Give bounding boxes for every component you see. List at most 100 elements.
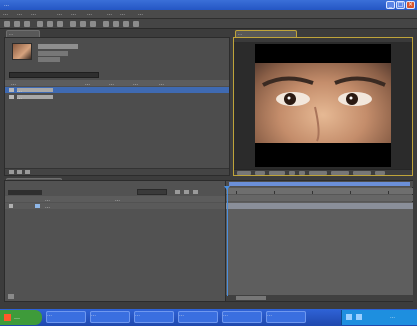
fast-previews-icon[interactable] [375,171,385,175]
tab-composition-label: … [238,31,242,36]
rotate-tool-icon[interactable] [37,21,43,27]
layer-duration-area [226,202,413,297]
tab-project[interactable]: … [6,30,40,37]
close-button[interactable]: × [406,1,415,9]
current-time-indicator[interactable] [227,186,228,296]
column-header-type[interactable]: … [109,81,127,85]
layer-search-input[interactable] [137,189,167,195]
menu-item-window[interactable]: … [120,11,125,18]
snapshot-icon[interactable] [289,171,295,175]
column-header-size[interactable]: … [133,81,155,85]
selected-item-info [38,57,60,62]
pen-tool-icon[interactable] [80,21,86,27]
composition-panel [233,37,413,176]
view-dropdown[interactable] [309,171,327,175]
current-time-display[interactable] [269,171,285,175]
column-header-switches[interactable]: … [115,197,155,201]
tools-panel [0,19,417,29]
column-header-label[interactable]: … [85,81,103,85]
new-folder-icon[interactable] [17,170,22,174]
footage-icon [9,88,14,92]
list-item-name: … [17,88,53,92]
pan-behind-tool-icon[interactable] [57,21,63,27]
list-item[interactable]: … [5,94,229,100]
camera-dropdown[interactable] [331,171,349,175]
taskbar-button[interactable]: … [90,311,130,323]
windows-logo-icon [4,314,11,321]
layer-outline: … … … [5,181,225,301]
tab-composition[interactable]: … [235,30,297,37]
project-panel-footer [5,168,229,175]
camera-tool-icon[interactable] [47,21,53,27]
table-row[interactable]: … [5,203,225,209]
network-icon[interactable] [346,314,352,320]
hand-tool-icon[interactable] [14,21,20,27]
menu-item-help[interactable]: … [138,11,143,18]
taskbar-button[interactable]: … [134,311,174,323]
selected-item-info [38,51,68,56]
zoom-tool-icon[interactable] [24,21,30,27]
layer-column-headers: … … [5,196,225,202]
toggle-switches-icon[interactable] [8,294,14,299]
project-search-input[interactable] [9,72,99,78]
taskbar-button[interactable]: … [46,311,86,323]
menu-item-animation[interactable]: … [87,11,92,18]
zoom-slider[interactable] [236,296,266,300]
rectangle-tool-icon[interactable] [70,21,76,27]
motion-blur-icon[interactable] [184,190,189,194]
menu-item-file[interactable]: … [3,11,8,18]
composition-icon [9,95,14,99]
maximize-button[interactable]: □ [396,1,405,9]
timecode-display[interactable] [8,190,42,195]
tab-project-label: … [9,31,13,36]
clock: … [390,314,395,320]
selected-item-name [38,44,78,49]
volume-icon[interactable] [356,314,362,320]
puppet-tool-icon[interactable] [133,21,139,27]
start-button[interactable]: … [0,310,42,325]
minimize-button[interactable]: _ [386,1,395,9]
graph-editor-icon[interactable] [193,190,198,194]
windows-taskbar: … … … … … … … … [0,309,417,326]
timeline-scrollbar[interactable] [226,295,413,301]
menu-item-composition[interactable]: … [31,11,36,18]
channel-icon[interactable] [299,171,305,175]
layer-name: … [45,204,50,208]
viewer-frame-image [255,63,391,143]
composition-tab-strip [234,38,412,42]
selection-tool-icon[interactable] [4,21,10,27]
visibility-icon[interactable] [9,204,13,208]
column-header-name[interactable]: … [11,81,33,85]
timeline-panel: … … … [4,180,413,302]
menu-item-edit[interactable]: … [17,11,22,18]
draft-3d-icon[interactable] [175,190,180,194]
column-header-source-name[interactable]: … [45,197,85,201]
magnification-dropdown[interactable] [237,171,251,175]
resolution-dropdown[interactable] [255,171,265,175]
interpret-footage-icon[interactable] [9,170,14,174]
menu-item-effect[interactable]: … [71,11,76,18]
time-navigator[interactable] [226,181,413,187]
view-layout-dropdown[interactable] [353,171,371,175]
clone-stamp-tool-icon[interactable] [113,21,119,27]
menu-bar: … … … … … … … … … [0,10,417,19]
eraser-tool-icon[interactable] [123,21,129,27]
column-header-duration[interactable]: … [159,81,189,85]
taskbar-button[interactable]: … [178,311,218,323]
composition-viewer[interactable] [255,44,391,167]
new-composition-icon[interactable] [25,170,30,174]
taskbar-button[interactable]: … [266,311,306,323]
brush-tool-icon[interactable] [103,21,109,27]
taskbar-button[interactable]: … [222,311,262,323]
time-navigator-handle[interactable] [229,182,410,186]
text-tool-icon[interactable] [90,21,96,27]
time-ruler[interactable] [226,188,413,194]
layer-duration-bar[interactable] [226,203,413,209]
playhead-handle-icon[interactable] [224,186,230,190]
list-item[interactable]: … [5,87,229,93]
work-area-bar[interactable] [226,195,413,201]
title-bar: … _ □ × [0,0,417,10]
list-item-name: … [17,95,53,99]
menu-item-layer[interactable]: … [57,11,62,18]
menu-item-view[interactable]: … [107,11,112,18]
